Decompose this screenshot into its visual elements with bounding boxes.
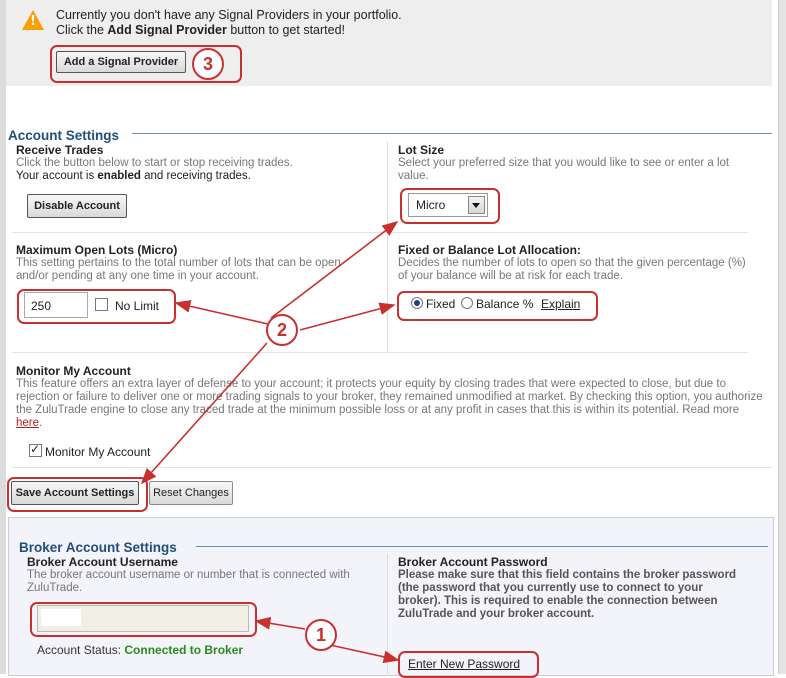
annotation-badge-1: 1 [305,619,337,651]
arrow-to-password-link [329,644,400,664]
callout-max-lots [17,289,176,324]
callout-lot-size [400,188,500,224]
arrow-to-username [254,617,306,630]
annotation-badge-3: 3 [192,48,224,80]
callout-username [30,602,257,637]
callout-save-button [7,477,148,512]
annotation-badge-2: 2 [266,314,298,346]
annotation-arrows [140,221,400,664]
arrow-to-allocation [299,302,396,331]
callout-allocation [397,291,598,321]
arrow-to-lot-size [270,221,399,319]
arrow-to-save-button [140,342,268,485]
arrow-to-max-lots [174,299,269,325]
